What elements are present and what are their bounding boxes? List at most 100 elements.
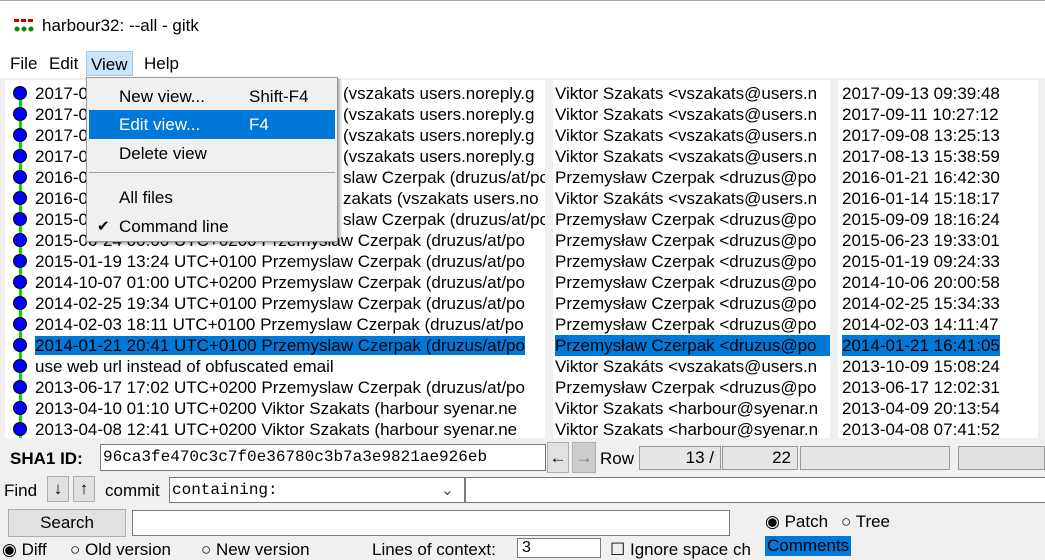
- commit-author[interactable]: Przemysław Czerpak <druzus@po: [555, 251, 830, 272]
- commit-author[interactable]: Przemysław Czerpak <druzus@po: [555, 293, 830, 314]
- commit-row[interactable]: 2017-0 (vszakats users.noreply.g: [35, 104, 534, 125]
- commit-author[interactable]: Przemysław Czerpak <druzus@po: [555, 314, 830, 335]
- commit-node-icon[interactable]: [13, 359, 27, 373]
- tree-label: Tree: [855, 512, 891, 531]
- commit-date[interactable]: 2013-04-08 07:41:52: [842, 419, 1000, 438]
- commit-row[interactable]: 2013-04-10 01:10 UTC+0200 Viktor Szakats…: [35, 398, 517, 419]
- menu-view[interactable]: View: [86, 51, 133, 76]
- commit-node-icon[interactable]: [13, 233, 27, 247]
- commit-author[interactable]: Viktor Szakats <harbour@syenar.n: [555, 419, 830, 438]
- menu-help[interactable]: Help: [140, 51, 183, 76]
- commit-row[interactable]: 2014-10-07 01:00 UTC+0200 Przemyslaw Cze…: [35, 272, 525, 293]
- commit-node-icon[interactable]: [13, 149, 27, 163]
- commit-author[interactable]: Viktor Szakats <harbour@syenar.n: [555, 398, 830, 419]
- find-input[interactable]: [465, 477, 1045, 503]
- commit-date[interactable]: 2017-09-08 13:25:13: [842, 125, 1000, 146]
- commit-author[interactable]: Przemysław Czerpak <druzus@po: [555, 335, 830, 356]
- commit-node-icon[interactable]: [13, 254, 27, 268]
- commit-row[interactable]: 2013-06-17 17:02 UTC+0200 Przemyslaw Cze…: [35, 377, 525, 398]
- commit-row[interactable]: 2016-0 slaw Czerpak (druzus/at/po: [35, 167, 545, 188]
- commit-author[interactable]: Przemysław Czerpak <druzus@po: [555, 272, 830, 293]
- commit-date[interactable]: 2014-10-06 20:00:58: [842, 272, 1000, 293]
- diff-radio[interactable]: ◉ Diff: [2, 540, 47, 560]
- commit-date[interactable]: 2015-09-09 18:16:24: [842, 209, 1000, 230]
- commit-author[interactable]: Viktor Szakats <vszakats@users.n: [555, 104, 830, 125]
- back-arrow-button[interactable]: ←: [547, 442, 569, 473]
- author-pane[interactable]: Viktor Szakats <vszakats@users.n Viktor S…: [553, 80, 830, 438]
- commit-date[interactable]: 2015-06-23 19:33:01: [842, 230, 1000, 251]
- menu-item-new-view[interactable]: New view... Shift-F4: [89, 82, 335, 111]
- commit-date[interactable]: 2016-01-14 15:18:17: [842, 188, 1000, 209]
- commit-node-icon[interactable]: [13, 401, 27, 415]
- commit-node-icon[interactable]: [13, 338, 27, 352]
- old-version-radio[interactable]: ○ Old version: [70, 540, 171, 560]
- commit-node-icon[interactable]: [13, 212, 27, 226]
- commit-row[interactable]: 2017-0 (vszakats users.noreply.g: [35, 83, 534, 104]
- commit-row[interactable]: 2015-0 slaw Czerpak (druzus/at/po: [35, 209, 545, 230]
- menu-item-command-line[interactable]: ✔ Command line: [89, 212, 335, 241]
- commit-node-icon[interactable]: [13, 107, 27, 121]
- new-version-radio[interactable]: ○ New version: [201, 540, 310, 560]
- commit-node-icon[interactable]: [13, 422, 27, 436]
- commit-author[interactable]: Przemysław Czerpak <druzus@po: [555, 230, 830, 251]
- commit-author[interactable]: Viktor Szakats <vszakats@users.n: [555, 83, 830, 104]
- commit-row[interactable]: 2016-0 zakats (vszakats users.no: [35, 188, 539, 209]
- commit-date[interactable]: 2017-09-13 09:39:48: [842, 83, 1000, 104]
- commit-author[interactable]: Przemysław Czerpak <druzus@po: [555, 377, 830, 398]
- menu-item-edit-view[interactable]: Edit view... F4: [89, 110, 335, 139]
- commit-node-icon[interactable]: [13, 191, 27, 205]
- commit-node-icon[interactable]: [13, 317, 27, 331]
- forward-arrow-button[interactable]: →: [572, 442, 596, 473]
- commit-date[interactable]: 2013-04-09 20:13:54: [842, 398, 1000, 419]
- comments-tab[interactable]: Comments: [765, 536, 851, 556]
- commit-row[interactable]: use web url instead of obfuscated email: [35, 356, 334, 377]
- patch-radio[interactable]: ◉ Patch: [765, 512, 828, 532]
- commit-date[interactable]: 2016-01-21 16:42:30: [842, 167, 1000, 188]
- commit-node-icon[interactable]: [13, 128, 27, 142]
- search-input[interactable]: [132, 510, 730, 536]
- search-button[interactable]: Search: [8, 509, 126, 537]
- commit-author[interactable]: Przemysław Czerpak <druzus@po: [555, 209, 830, 230]
- commit-row[interactable]: 2017-0 (vszakats users.noreply.g: [35, 146, 534, 167]
- commit-author[interactable]: Viktor Szakáts <vszakats@users.n: [555, 356, 830, 377]
- commit-summary: 2015-01-19 13:24 UTC+0100 Przemyslaw Cze…: [35, 252, 525, 271]
- commit-row[interactable]: 2014-01-21 20:41 UTC+0100 Przemyslaw Cze…: [35, 335, 525, 356]
- sha1-input[interactable]: 96ca3fe470c3c7f0e36780c3b7a3e9821ae926eb: [100, 444, 546, 471]
- commit-row[interactable]: 2015-01-19 13:24 UTC+0100 Przemyslaw Cze…: [35, 251, 525, 272]
- menu-item-all-files[interactable]: All files: [89, 183, 335, 212]
- find-down-button[interactable]: ↓: [47, 476, 69, 502]
- menu-item-delete-view[interactable]: Delete view: [89, 139, 335, 168]
- commit-node-icon[interactable]: [13, 170, 27, 184]
- find-up-button[interactable]: ↑: [73, 476, 95, 502]
- find-mode-select[interactable]: containing: ⌄: [169, 477, 465, 503]
- commit-date[interactable]: 2014-02-25 15:34:33: [842, 293, 1000, 314]
- commit-date[interactable]: 2013-10-09 15:08:24: [842, 356, 1000, 377]
- tree-radio[interactable]: ○ Tree: [841, 512, 890, 532]
- find-type[interactable]: commit: [105, 481, 160, 501]
- commit-date[interactable]: 2013-06-17 12:02:31: [842, 377, 1000, 398]
- commit-node-icon[interactable]: [13, 275, 27, 289]
- commit-node-icon[interactable]: [13, 296, 27, 310]
- context-spinbox[interactable]: 3: [517, 538, 601, 558]
- commit-date[interactable]: 2014-02-03 14:11:47: [842, 314, 999, 335]
- commit-node-icon[interactable]: [13, 380, 27, 394]
- commit-date[interactable]: 2015-01-19 09:24:33: [842, 251, 1000, 272]
- menu-edit[interactable]: Edit: [45, 51, 82, 76]
- commit-summary: 2017-0: [35, 126, 88, 145]
- commit-author[interactable]: Viktor Szakats <vszakats@users.n: [555, 146, 830, 167]
- view-menu-dropdown: New view... Shift-F4 Edit view... F4 Delet…: [86, 77, 338, 242]
- commit-author[interactable]: Viktor Szakáts <vszakats@users.n: [555, 188, 830, 209]
- commit-row[interactable]: 2017-0 (vszakats users.noreply.g: [35, 125, 534, 146]
- date-pane[interactable]: 2017-09-13 09:39:48 2017-09-11 10:27:12 20…: [838, 80, 1038, 438]
- commit-row[interactable]: 2014-02-03 18:11 UTC+0100 Przemyslaw Cze…: [35, 314, 524, 335]
- commit-author[interactable]: Viktor Szakats <vszakats@users.n: [555, 125, 830, 146]
- commit-node-icon[interactable]: [13, 86, 27, 100]
- commit-date[interactable]: 2014-01-21 16:41:05: [842, 335, 1000, 356]
- ignore-space-checkbox[interactable]: ☐ Ignore space ch: [610, 540, 751, 560]
- commit-author[interactable]: Przemysław Czerpak <druzus@po: [555, 167, 830, 188]
- commit-date[interactable]: 2017-09-11 10:27:12: [842, 104, 999, 125]
- commit-date[interactable]: 2017-08-13 15:38:59: [842, 146, 1000, 167]
- commit-row[interactable]: 2014-02-25 19:34 UTC+0100 Przemyslaw Cze…: [35, 293, 525, 314]
- menu-file[interactable]: File: [6, 51, 41, 76]
- commit-row[interactable]: 2013-04-08 12:41 UTC+0200 Viktor Szakats…: [35, 419, 517, 438]
